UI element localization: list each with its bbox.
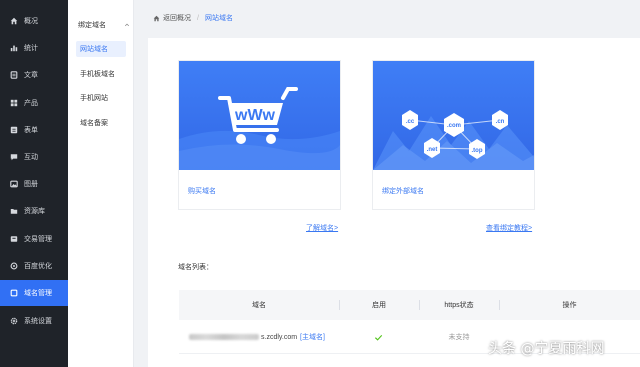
www-text: wWw (234, 107, 276, 124)
buy-domain-illustration: wWw (179, 61, 340, 170)
bind-tutorial-link[interactable]: 查看绑定教程> (486, 223, 532, 233)
column-header-enabled: 启用 (372, 302, 386, 309)
tld-label-top: .top (472, 148, 483, 154)
breadcrumb: 返回概况 / 网站域名 (153, 11, 233, 25)
nav-item-label: 统计 (24, 45, 38, 52)
gear-icon (10, 317, 18, 325)
submenu-item-label: 域名备案 (80, 120, 108, 127)
nav-item-label: 文章 (24, 72, 38, 79)
nav-item-settings[interactable]: 系统设置 (0, 308, 68, 334)
nav-item-overview[interactable]: 概况 (0, 8, 68, 34)
tld-label-com: .com (447, 123, 461, 129)
domain-table-header: 域名 启用 https状态 操作 (179, 290, 640, 320)
chevron-up-icon (124, 23, 130, 27)
chat-icon (10, 153, 18, 161)
watermark: 头条 @宁夏雨科网 (488, 341, 605, 357)
nav-item-label: 概况 (24, 18, 38, 25)
nav-item-label: 系统设置 (24, 318, 52, 325)
tld-label-cc: .cc (406, 119, 415, 125)
seo-icon (10, 262, 18, 270)
column-header-domain: 域名 (252, 302, 266, 309)
domain-list-title: 域名列表： (178, 264, 213, 271)
nav-item-interaction[interactable]: 互动 (0, 144, 68, 170)
form-icon (10, 126, 18, 134)
nav-item-forms[interactable]: 表单 (0, 117, 68, 143)
nav-item-label: 交易管理 (24, 236, 52, 243)
domain-name: s.zcdly.com (261, 333, 298, 341)
breadcrumb-back-link[interactable]: 返回概况 (163, 13, 191, 23)
grid-icon (10, 99, 18, 107)
buy-domain-label[interactable]: 购买域名 (188, 186, 216, 196)
top-bar: 返回概况 / 网站域名 (134, 0, 640, 38)
bind-domain-illustration: .cc .com .cn .net .top (373, 61, 534, 170)
main-domain-tag[interactable]: [主域名] (300, 332, 325, 342)
folder-icon (10, 207, 18, 215)
tld-label-cn: .cn (496, 119, 505, 125)
submenu-item-site-domain[interactable]: 网站域名 (76, 41, 126, 57)
bar-chart-icon (10, 44, 18, 52)
nav-item-products[interactable]: 产品 (0, 90, 68, 116)
nav-item-label: 产品 (24, 100, 38, 107)
nav-item-label: 互动 (24, 154, 38, 161)
nav-item-label: 资源库 (24, 208, 45, 215)
submenu-item-label: 手机网站 (80, 95, 108, 102)
nav-item-seo[interactable]: 百度优化 (0, 253, 68, 279)
home-icon (153, 15, 160, 21)
buy-domain-card[interactable]: wWw 购买域名 (178, 60, 341, 210)
checkmark-icon (374, 334, 383, 341)
domain-cell: s.zcdly.com [主域名] (189, 320, 339, 354)
home-icon (10, 17, 18, 25)
submenu-item-icp[interactable]: 域名备案 (76, 115, 126, 131)
breadcrumb-separator: / (197, 14, 199, 22)
nav-item-domain-management[interactable]: 域名管理 (0, 280, 68, 306)
redacted-domain-prefix (189, 334, 259, 340)
column-header-https: https状态 (444, 302, 474, 309)
nav-item-resources[interactable]: 资源库 (0, 198, 68, 224)
bind-external-domain-label[interactable]: 绑定外部域名 (382, 186, 424, 196)
nav-item-gallery[interactable]: 图册 (0, 171, 68, 197)
app-root: 概况 统计 文章 产品 表单 互动 图册 资源库 交易管理 百度优化 域名管理 … (0, 0, 640, 367)
nav-item-label: 百度优化 (24, 263, 52, 270)
image-icon (10, 180, 18, 188)
nav-item-label: 图册 (24, 181, 38, 188)
cart-icon (10, 235, 18, 243)
nav-item-articles[interactable]: 文章 (0, 62, 68, 88)
breadcrumb-current: 网站域名 (204, 15, 233, 22)
column-header-actions: 操作 (562, 302, 577, 309)
nav-item-label: 表单 (24, 127, 38, 134)
nav-item-trade[interactable]: 交易管理 (0, 226, 68, 252)
document-icon (10, 71, 18, 79)
nav-item-statistics[interactable]: 统计 (0, 35, 68, 61)
bind-external-domain-card[interactable]: .cc .com .cn .net .top 绑定外部域名 (372, 60, 535, 210)
submenu-group-bind-domain[interactable]: 绑定域名 (78, 19, 130, 31)
submenu-item-label: 手机板域名 (80, 71, 115, 78)
nav-item-label: 域名管理 (24, 290, 52, 297)
submenu-item-label: 网站域名 (80, 46, 108, 53)
secondary-menu: 绑定域名 网站域名 手机板域名 手机网站 域名备案 (68, 0, 134, 367)
submenu-item-mobile-site[interactable]: 手机网站 (76, 90, 126, 106)
https-status-cell: 未支持 (448, 334, 470, 341)
main-content: wWw 购买域名 .cc .com .cn .net .top 绑定外部域名 了… (148, 38, 640, 367)
submenu-group-label: 绑定域名 (78, 22, 106, 29)
tld-label-net: .net (427, 147, 438, 153)
learn-domain-link[interactable]: 了解域名> (306, 223, 338, 233)
submenu-item-mobile-domain[interactable]: 手机板域名 (76, 66, 126, 82)
enabled-cell (374, 320, 394, 354)
globe-icon (10, 289, 18, 297)
primary-nav: 概况 统计 文章 产品 表单 互动 图册 资源库 交易管理 百度优化 域名管理 … (0, 0, 68, 367)
